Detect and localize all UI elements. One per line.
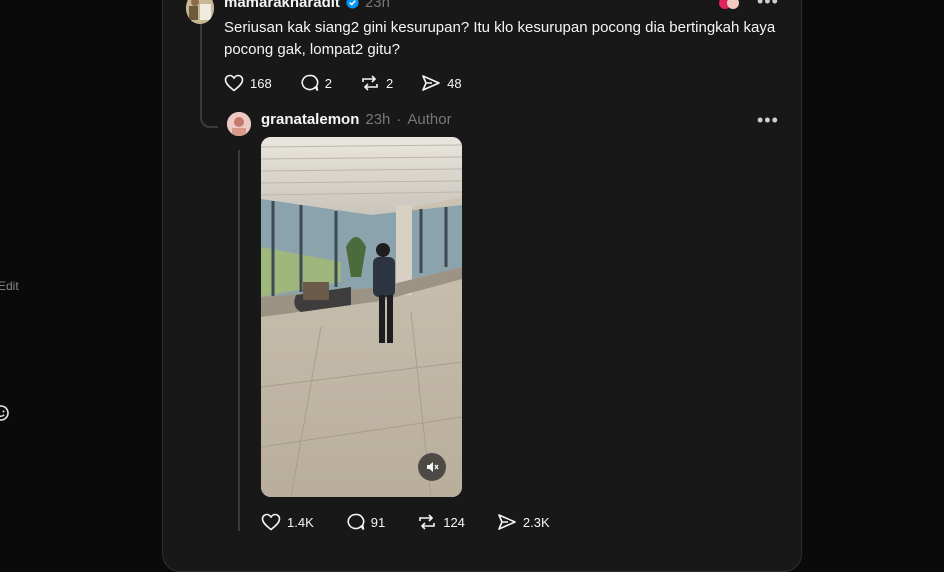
reply-like-button[interactable]: 1.4K	[261, 513, 314, 531]
reply-video[interactable]	[261, 137, 462, 497]
share-count: 48	[447, 75, 462, 91]
repost-count: 2	[385, 75, 394, 91]
reply-repost-count: 124	[443, 514, 465, 530]
post-actions: 168 2 2 48	[224, 74, 462, 92]
post-username[interactable]: mamarakharadit	[224, 0, 340, 11]
reply-actions: 1.4K 91 124 2.3K	[261, 513, 550, 531]
comment-icon	[301, 74, 319, 91]
heart-icon	[224, 74, 244, 92]
repost-icon	[362, 75, 378, 91]
reply-time: 23h	[365, 111, 391, 128]
reply-share-count: 2.3K	[522, 514, 550, 530]
like-button[interactable]: 168	[224, 74, 272, 92]
reply-thread-line	[238, 150, 240, 531]
reply-avatar[interactable]	[227, 112, 251, 136]
reply-repost-button[interactable]: 124	[417, 513, 465, 531]
reply-count: 2	[324, 75, 332, 91]
reply-reply-count: 91	[370, 514, 386, 530]
share-icon	[498, 514, 516, 530]
reply-like-count: 1.4K	[287, 514, 314, 530]
comment-icon	[347, 513, 365, 530]
reaction-avatars[interactable]	[718, 0, 740, 10]
more-icon[interactable]: •••	[757, 0, 779, 10]
like-count: 168	[250, 75, 272, 91]
reply-button[interactable]: 2	[300, 74, 332, 92]
post-text: Seriusan kak siang2 gini kesurupan? Itu …	[224, 19, 776, 58]
separator: ·	[396, 111, 402, 128]
reply-username[interactable]: granatalemon	[261, 111, 359, 128]
mute-icon	[427, 462, 439, 472]
reply-reply-button[interactable]: 91	[346, 513, 385, 531]
thread-connector	[200, 112, 218, 128]
author-badge: Author	[407, 111, 452, 128]
reply-header: granatalemon 23h · Author	[261, 111, 452, 128]
sidebar-edit-label[interactable]: Edit	[0, 279, 19, 293]
verified-icon	[346, 0, 359, 9]
heart-icon	[261, 513, 281, 531]
reply-more-icon[interactable]: •••	[757, 111, 779, 129]
post-header: mamarakharadit 23h	[224, 0, 390, 11]
share-icon	[422, 75, 440, 91]
repost-button[interactable]: 2	[360, 74, 393, 92]
share-button[interactable]: 48	[421, 74, 462, 92]
emoji-icon[interactable]	[0, 404, 10, 422]
thread-line	[200, 24, 202, 114]
repost-icon	[419, 514, 436, 530]
mute-button[interactable]	[418, 453, 446, 481]
post-time: 23h	[364, 0, 390, 11]
reply-share-button[interactable]: 2.3K	[497, 513, 550, 531]
